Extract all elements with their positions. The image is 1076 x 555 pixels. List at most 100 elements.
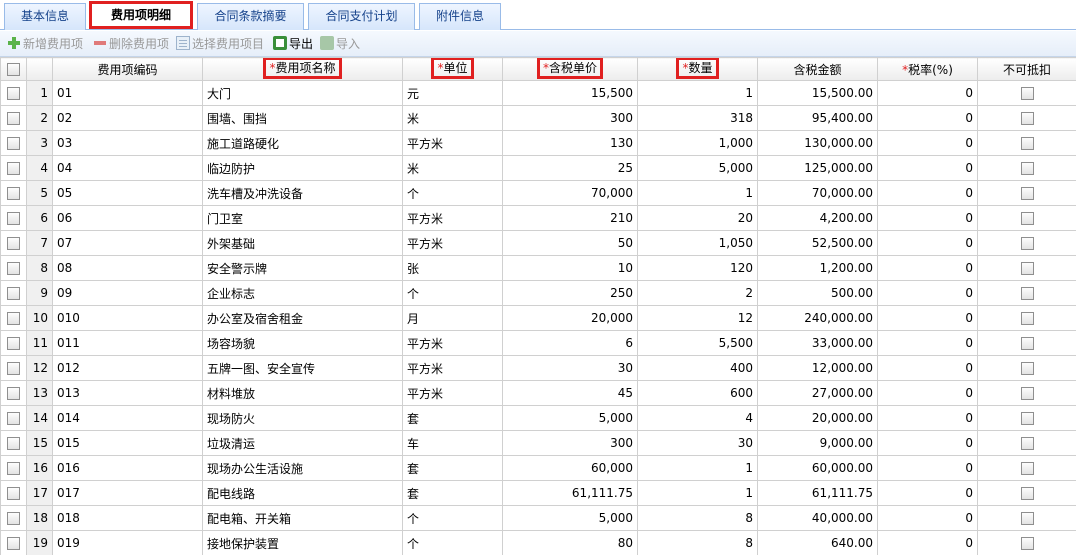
row-select-checkbox[interactable] xyxy=(7,462,20,475)
nondeduct-checkbox[interactable] xyxy=(1020,237,1034,250)
cell-code[interactable]: 011 xyxy=(52,330,203,356)
nondeduct-checkbox[interactable] xyxy=(1020,387,1034,400)
nondeduct-checkbox[interactable] xyxy=(1020,362,1034,375)
row-select-cell[interactable] xyxy=(0,530,27,555)
cell-amount[interactable]: 130,000.00 xyxy=(757,130,878,156)
table-row[interactable]: 11 011 场容场貌 平方米 6 5,500 33,000.00 0 xyxy=(0,330,1076,356)
cell-name[interactable]: 企业标志 xyxy=(202,280,403,306)
cell-qty[interactable]: 1 xyxy=(637,455,758,481)
nondeduct-checkbox[interactable] xyxy=(1020,287,1034,300)
cell-code[interactable]: 010 xyxy=(52,305,203,331)
cell-amount[interactable]: 70,000.00 xyxy=(757,180,878,206)
table-row[interactable]: 2 02 围墙、围挡米 300 318 95,400.00 0 xyxy=(0,105,1076,131)
cell-unit[interactable]: 个 xyxy=(402,505,503,531)
cell-rate[interactable]: 0 xyxy=(877,505,978,531)
cell-qty[interactable]: 1,050 xyxy=(637,230,758,256)
cell-rate[interactable]: 0 xyxy=(877,530,978,555)
cell-amount[interactable]: 95,400.00 xyxy=(757,105,878,131)
cell-unit[interactable]: 套 xyxy=(402,455,503,481)
import-button[interactable]: 导入 xyxy=(320,36,360,52)
cell-name[interactable]: 现场防火 xyxy=(202,405,403,431)
add-expense-button[interactable]: 新增费用项 xyxy=(7,36,83,52)
cell-rate[interactable]: 0 xyxy=(877,430,978,456)
row-select-cell[interactable] xyxy=(0,205,27,231)
cell-amount[interactable]: 33,000.00 xyxy=(757,330,878,356)
nondeduct-checkbox[interactable] xyxy=(1020,487,1034,500)
table-row[interactable]: 3 03 施工道路硬化 平方米 130 1,000 130,000.00 0 xyxy=(0,130,1076,156)
row-select-checkbox[interactable] xyxy=(7,487,20,500)
nondeduct-checkbox[interactable] xyxy=(1020,312,1034,325)
cell-name[interactable]: 现场办公生活设施 xyxy=(202,455,403,481)
nondeduct-cell[interactable] xyxy=(977,355,1076,381)
nondeduct-checkbox[interactable] xyxy=(1020,462,1034,475)
nondeduct-cell[interactable] xyxy=(977,455,1076,481)
cell-qty[interactable]: 120 xyxy=(637,255,758,281)
row-select-checkbox[interactable] xyxy=(7,512,20,525)
table-row[interactable]: 4 04 临边防护米 25 5,000 125,000.00 0 xyxy=(0,155,1076,181)
cell-price[interactable]: 70,000 xyxy=(502,180,638,206)
cell-unit[interactable]: 平方米 xyxy=(402,355,503,381)
export-button[interactable]: 导出 xyxy=(273,36,313,52)
row-select-checkbox[interactable] xyxy=(7,312,20,325)
cell-rate[interactable]: 0 xyxy=(877,330,978,356)
cell-amount[interactable]: 12,000.00 xyxy=(757,355,878,381)
header-nondeduct[interactable]: 不可抵扣 xyxy=(977,57,1076,81)
header-qty[interactable]: *数量 xyxy=(637,57,758,81)
row-select-cell[interactable] xyxy=(0,130,27,156)
nondeduct-cell[interactable] xyxy=(977,105,1076,131)
cell-name[interactable]: 围墙、围挡 xyxy=(202,105,403,131)
row-select-cell[interactable] xyxy=(0,430,27,456)
cell-price[interactable]: 15,500 xyxy=(502,80,638,106)
row-select-cell[interactable] xyxy=(0,305,27,331)
select-all-checkbox[interactable] xyxy=(7,63,20,76)
cell-qty[interactable]: 1 xyxy=(637,80,758,106)
cell-code[interactable]: 015 xyxy=(52,430,203,456)
nondeduct-cell[interactable] xyxy=(977,255,1076,281)
cell-name[interactable]: 材料堆放 xyxy=(202,380,403,406)
cell-price[interactable]: 30 xyxy=(502,355,638,381)
nondeduct-checkbox[interactable] xyxy=(1020,187,1034,200)
table-row[interactable]: 13 013 材料堆放 平方米 45 600 27,000.00 0 xyxy=(0,380,1076,406)
cell-code[interactable]: 09 xyxy=(52,280,203,306)
row-select-checkbox[interactable] xyxy=(7,387,20,400)
cell-unit[interactable]: 元 xyxy=(402,80,503,106)
cell-name[interactable]: 五牌一图、安全宣传 xyxy=(202,355,403,381)
cell-rate[interactable]: 0 xyxy=(877,480,978,506)
nondeduct-checkbox[interactable] xyxy=(1020,537,1034,550)
cell-qty[interactable]: 400 xyxy=(637,355,758,381)
cell-amount[interactable]: 640.00 xyxy=(757,530,878,555)
row-select-checkbox[interactable] xyxy=(7,237,20,250)
nondeduct-checkbox[interactable] xyxy=(1020,262,1034,275)
cell-price[interactable]: 61,111.75 xyxy=(502,480,638,506)
row-select-checkbox[interactable] xyxy=(7,537,20,550)
cell-qty[interactable]: 1,000 xyxy=(637,130,758,156)
header-unit[interactable]: *单位 xyxy=(402,57,503,81)
header-code[interactable]: 费用项编码 xyxy=(52,57,203,81)
cell-price[interactable]: 6 xyxy=(502,330,638,356)
cell-code[interactable]: 02 xyxy=(52,105,203,131)
cell-name[interactable]: 办公室及宿舍租金 xyxy=(202,305,403,331)
cell-qty[interactable]: 5,500 xyxy=(637,330,758,356)
tab-payment-plan[interactable]: 合同支付计划 xyxy=(308,3,415,30)
cell-price[interactable]: 10 xyxy=(502,255,638,281)
cell-qty[interactable]: 1 xyxy=(637,180,758,206)
cell-amount[interactable]: 500.00 xyxy=(757,280,878,306)
cell-amount[interactable]: 125,000.00 xyxy=(757,155,878,181)
cell-price[interactable]: 130 xyxy=(502,130,638,156)
row-select-cell[interactable] xyxy=(0,480,27,506)
cell-rate[interactable]: 0 xyxy=(877,130,978,156)
cell-name[interactable]: 门卫室 xyxy=(202,205,403,231)
row-select-checkbox[interactable] xyxy=(7,87,20,100)
cell-rate[interactable]: 0 xyxy=(877,255,978,281)
cell-price[interactable]: 300 xyxy=(502,105,638,131)
cell-amount[interactable]: 240,000.00 xyxy=(757,305,878,331)
table-row[interactable]: 19 019 接地保护装置个 80 8 640.00 0 xyxy=(0,530,1076,555)
cell-unit[interactable]: 个 xyxy=(402,180,503,206)
cell-price[interactable]: 45 xyxy=(502,380,638,406)
table-row[interactable]: 1 01 大门元 15,500 1 15,500.00 0 xyxy=(0,80,1076,106)
nondeduct-cell[interactable] xyxy=(977,330,1076,356)
cell-qty[interactable]: 30 xyxy=(637,430,758,456)
row-select-cell[interactable] xyxy=(0,355,27,381)
cell-unit[interactable]: 平方米 xyxy=(402,205,503,231)
cell-code[interactable]: 01 xyxy=(52,80,203,106)
